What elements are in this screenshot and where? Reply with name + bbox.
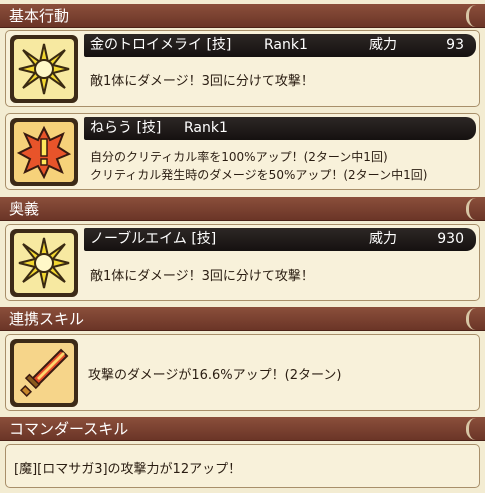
skill-card-2[interactable]: ねらう [技] Rank1 自分のクリティカル率を100%アップ！(2ターン中1… (5, 113, 480, 190)
description-line: 敵1体にダメージ！3回に分けて攻撃！ (90, 74, 314, 89)
skill-description: 敵1体にダメージ！3回に分けて攻撃！ (90, 70, 314, 89)
power-label: 威力 (369, 231, 397, 247)
skill-description: 敵1体にダメージ！3回に分けて攻撃！ (90, 265, 314, 284)
section-title: 連携スキル (9, 310, 85, 328)
section-header-basic: 基本行動 (0, 4, 485, 28)
skill-description: 自分のクリティカル率を100%アップ！(2ターン中1回) クリティカル発生時のダ… (90, 148, 427, 184)
commander-card[interactable]: [魔][ロマサガ3]の攻撃力が12アップ！ (5, 444, 480, 488)
skill-name: ねらう [技] (90, 120, 162, 136)
skill-rank: Rank1 (184, 120, 228, 136)
skill-card-1[interactable]: 金のトロイメライ [技] Rank1 威力 93 敵1体にダメージ！3回に分けて… (5, 30, 480, 107)
ougi-card[interactable]: ノーブルエイム [技] 威力 930 敵1体にダメージ！3回に分けて攻撃！ (5, 224, 480, 301)
power-value: 93 (446, 37, 464, 53)
skill-icon-frame (10, 118, 78, 186)
renkei-card[interactable]: 攻撃のダメージが16.6%アップ！(2ターン) (5, 334, 480, 411)
section-title: コマンダースキル (9, 420, 129, 438)
description-line: 敵1体にダメージ！3回に分けて攻撃！ (90, 269, 314, 284)
exclamation-burst-icon (17, 125, 71, 179)
curl-ornament (466, 5, 481, 27)
power-label: 威力 (369, 37, 397, 53)
section-title: 基本行動 (9, 7, 70, 25)
skill-title-bar: 金のトロイメライ [技] Rank1 威力 93 (84, 34, 476, 57)
description-line: 攻撃のダメージが16.6%アップ！(2ターン) (88, 368, 342, 383)
skill-title-bar: ねらう [技] Rank1 (84, 117, 476, 140)
skill-icon-frame (10, 339, 78, 407)
skill-icon-frame (10, 229, 78, 297)
description-line: [魔][ロマサガ3]の攻撃力が12アップ！ (14, 462, 242, 477)
starburst-icon (18, 43, 70, 95)
starburst-icon (18, 237, 70, 289)
description-line: クリティカル発生時のダメージを50%アップ！(2ターン中1回) (90, 168, 428, 182)
power-value: 930 (437, 231, 464, 247)
skill-rank: Rank1 (264, 37, 308, 53)
skill-icon-frame (10, 35, 78, 103)
section-header-commander: コマンダースキル (0, 417, 485, 441)
section-header-renkei: 連携スキル (0, 307, 485, 331)
skill-description: 攻撃のダメージが16.6%アップ！(2ターン) (88, 364, 341, 383)
description-line: 自分のクリティカル率を100%アップ！(2ターン中1回) (90, 150, 388, 164)
skill-name: 金のトロイメライ [技] (90, 37, 232, 53)
skill-title-bar: ノーブルエイム [技] 威力 930 (84, 228, 476, 251)
curl-ornament (466, 418, 481, 440)
curl-ornament (466, 198, 481, 220)
skill-description: [魔][ロマサガ3]の攻撃力が12アップ！ (14, 458, 241, 477)
section-header-ougi: 奥義 (0, 197, 485, 221)
section-title: 奥義 (9, 200, 40, 218)
skill-name: ノーブルエイム [技] (90, 231, 217, 247)
flame-sword-icon (19, 348, 69, 398)
curl-ornament (466, 308, 481, 330)
